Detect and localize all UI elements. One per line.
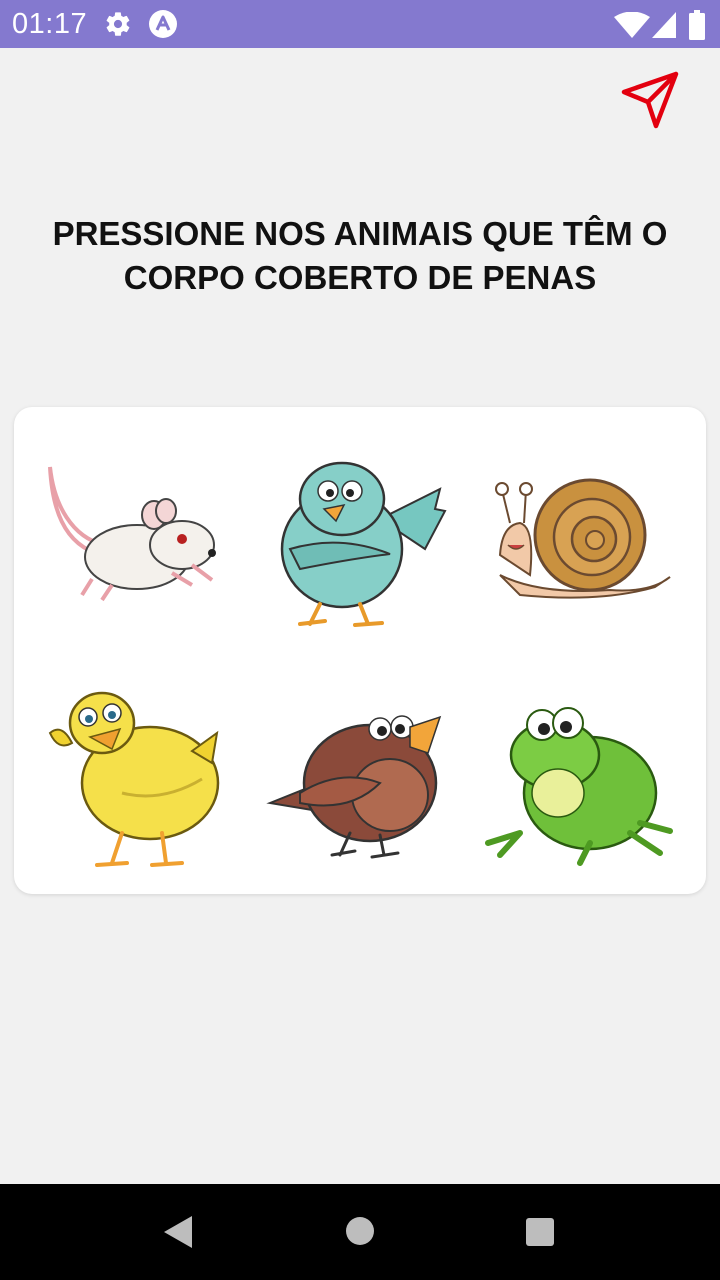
mouse-illustration <box>48 466 216 602</box>
back-icon <box>164 1216 192 1248</box>
question-text: PRESSIONE NOS ANIMAIS QUE TÊM O CORPO CO… <box>52 215 668 296</box>
brown-bird-illustration <box>266 715 442 859</box>
recents-button[interactable] <box>525 1217 555 1247</box>
home-button[interactable] <box>345 1216 375 1246</box>
app-a-icon <box>148 9 178 39</box>
send-button[interactable] <box>618 68 682 132</box>
animal-mouse[interactable] <box>42 445 242 645</box>
animal-frog[interactable] <box>480 683 680 883</box>
wifi-icon <box>614 11 650 38</box>
signal-icon <box>652 12 676 38</box>
home-icon <box>346 1217 374 1245</box>
animal-grid-card <box>14 407 706 894</box>
animal-yellow-chick[interactable] <box>42 683 242 883</box>
battery-icon <box>688 10 706 40</box>
animal-snail[interactable] <box>480 445 680 645</box>
back-button[interactable] <box>160 1214 200 1250</box>
animal-brown-bird[interactable] <box>260 683 460 883</box>
status-time: 01:17 <box>12 8 88 40</box>
status-bar: 01:17 <box>0 0 720 48</box>
send-icon <box>621 71 679 129</box>
gear-icon <box>104 10 132 38</box>
blue-bird-illustration <box>280 461 447 627</box>
recents-icon <box>526 1218 554 1246</box>
yellow-chick-illustration <box>48 691 220 867</box>
animal-blue-bird[interactable] <box>260 439 460 639</box>
snail-illustration <box>495 478 671 599</box>
frog-illustration <box>485 707 673 866</box>
